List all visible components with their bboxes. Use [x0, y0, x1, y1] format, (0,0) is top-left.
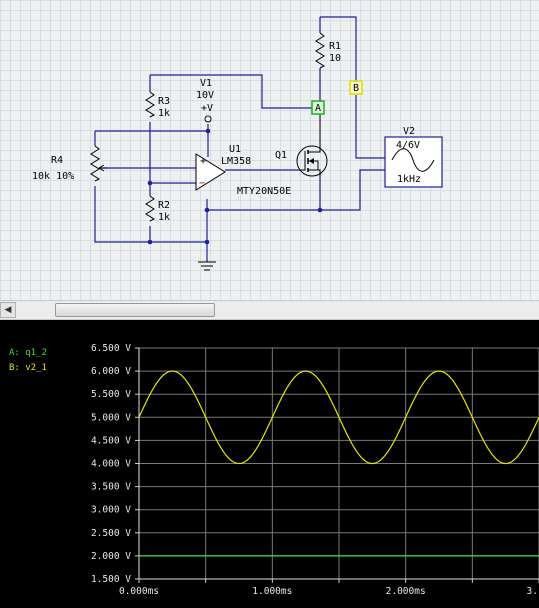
y-tick-label: 1.500 V [91, 574, 131, 585]
waveform-plot[interactable]: 6.500 V 6.000 V 5.500 V 5.000 V 4.500 V 4.000… [0, 320, 539, 608]
x-tick-label: 3. [527, 586, 538, 597]
y-tick-label: 2.000 V [91, 551, 131, 562]
ground-symbol [198, 260, 216, 271]
y-tick-label: 4.000 V [91, 459, 131, 470]
q1-name: Q1 [275, 150, 287, 161]
x-tick-label: 2.000ms [386, 586, 426, 597]
r1-resistor[interactable]: R1 10 [315, 32, 341, 69]
r2-value: 1k [158, 212, 170, 223]
r3-name: R3 [158, 96, 170, 107]
horizontal-scrollbar[interactable]: ◀ [0, 300, 539, 320]
scroll-left-arrow-icon[interactable]: ◀ [0, 302, 16, 318]
v2-value: 4/6V [396, 140, 420, 151]
r1-value: 10 [329, 53, 341, 64]
r1-name: R1 [329, 41, 341, 52]
schematic-canvas[interactable]: R1 10 R3 1k R2 1k R4 10k 10% V1 10V +V +… [0, 0, 539, 300]
y-tick-label: 5.000 V [91, 412, 131, 423]
x-tick-label: 0.000ms [119, 586, 159, 597]
u1-part: LM358 [221, 156, 251, 167]
junctions [147, 105, 323, 245]
scroll-thumb[interactable] [55, 303, 215, 317]
r2-name: R2 [158, 200, 170, 211]
wires [94, 16, 385, 260]
r4-potentiometer[interactable]: R4 10k 10% [32, 145, 108, 182]
v1-value: 10V [196, 90, 214, 101]
v1-name: V1 [200, 78, 212, 89]
u1-name: U1 [229, 144, 241, 155]
u1-opamp[interactable]: + − U1 LM358 [195, 144, 251, 191]
v2-name: V2 [403, 126, 415, 137]
r3-value: 1k [158, 108, 170, 119]
r2-resistor[interactable]: R2 1k [145, 195, 170, 223]
grapher-panel: A: q1_2 B: v2_1 6.500 V 6.000 V 5.500 V 5.0… [0, 320, 539, 608]
probe-b[interactable]: B [349, 80, 363, 95]
y-tick-label: 6.500 V [91, 343, 131, 354]
v2-function-generator[interactable]: V2 4/6V 1kHz [384, 126, 443, 188]
r4-value: 10k 10% [32, 171, 74, 182]
x-tick-label: 1.000ms [252, 586, 292, 597]
q1-mosfet[interactable]: Q1 MTY20N50E [237, 102, 328, 197]
y-tick-label: 3.500 V [91, 482, 131, 493]
v2-frequency: 1kHz [397, 174, 421, 185]
probe-b-label: B [353, 83, 359, 94]
y-tick-label: 5.500 V [91, 389, 131, 400]
v1-terminal-label: +V [201, 103, 213, 114]
r3-resistor[interactable]: R3 1k [145, 91, 170, 119]
circuit-diagram: R1 10 R3 1k R2 1k R4 10k 10% V1 10V +V +… [32, 16, 443, 271]
y-tick-label: 3.000 V [91, 505, 131, 516]
y-tick-label: 6.000 V [91, 366, 131, 377]
y-tick-label: 2.500 V [91, 528, 131, 539]
r4-name: R4 [51, 155, 63, 166]
probe-a[interactable]: A [311, 100, 325, 115]
u1-minus-sign: − [199, 178, 205, 189]
u1-plus-sign: + [200, 156, 206, 167]
probe-a-label: A [315, 103, 321, 114]
q1-part: MTY20N50E [237, 186, 291, 197]
v1-supply[interactable]: V1 10V +V [196, 78, 214, 123]
y-tick-label: 4.500 V [91, 435, 131, 446]
